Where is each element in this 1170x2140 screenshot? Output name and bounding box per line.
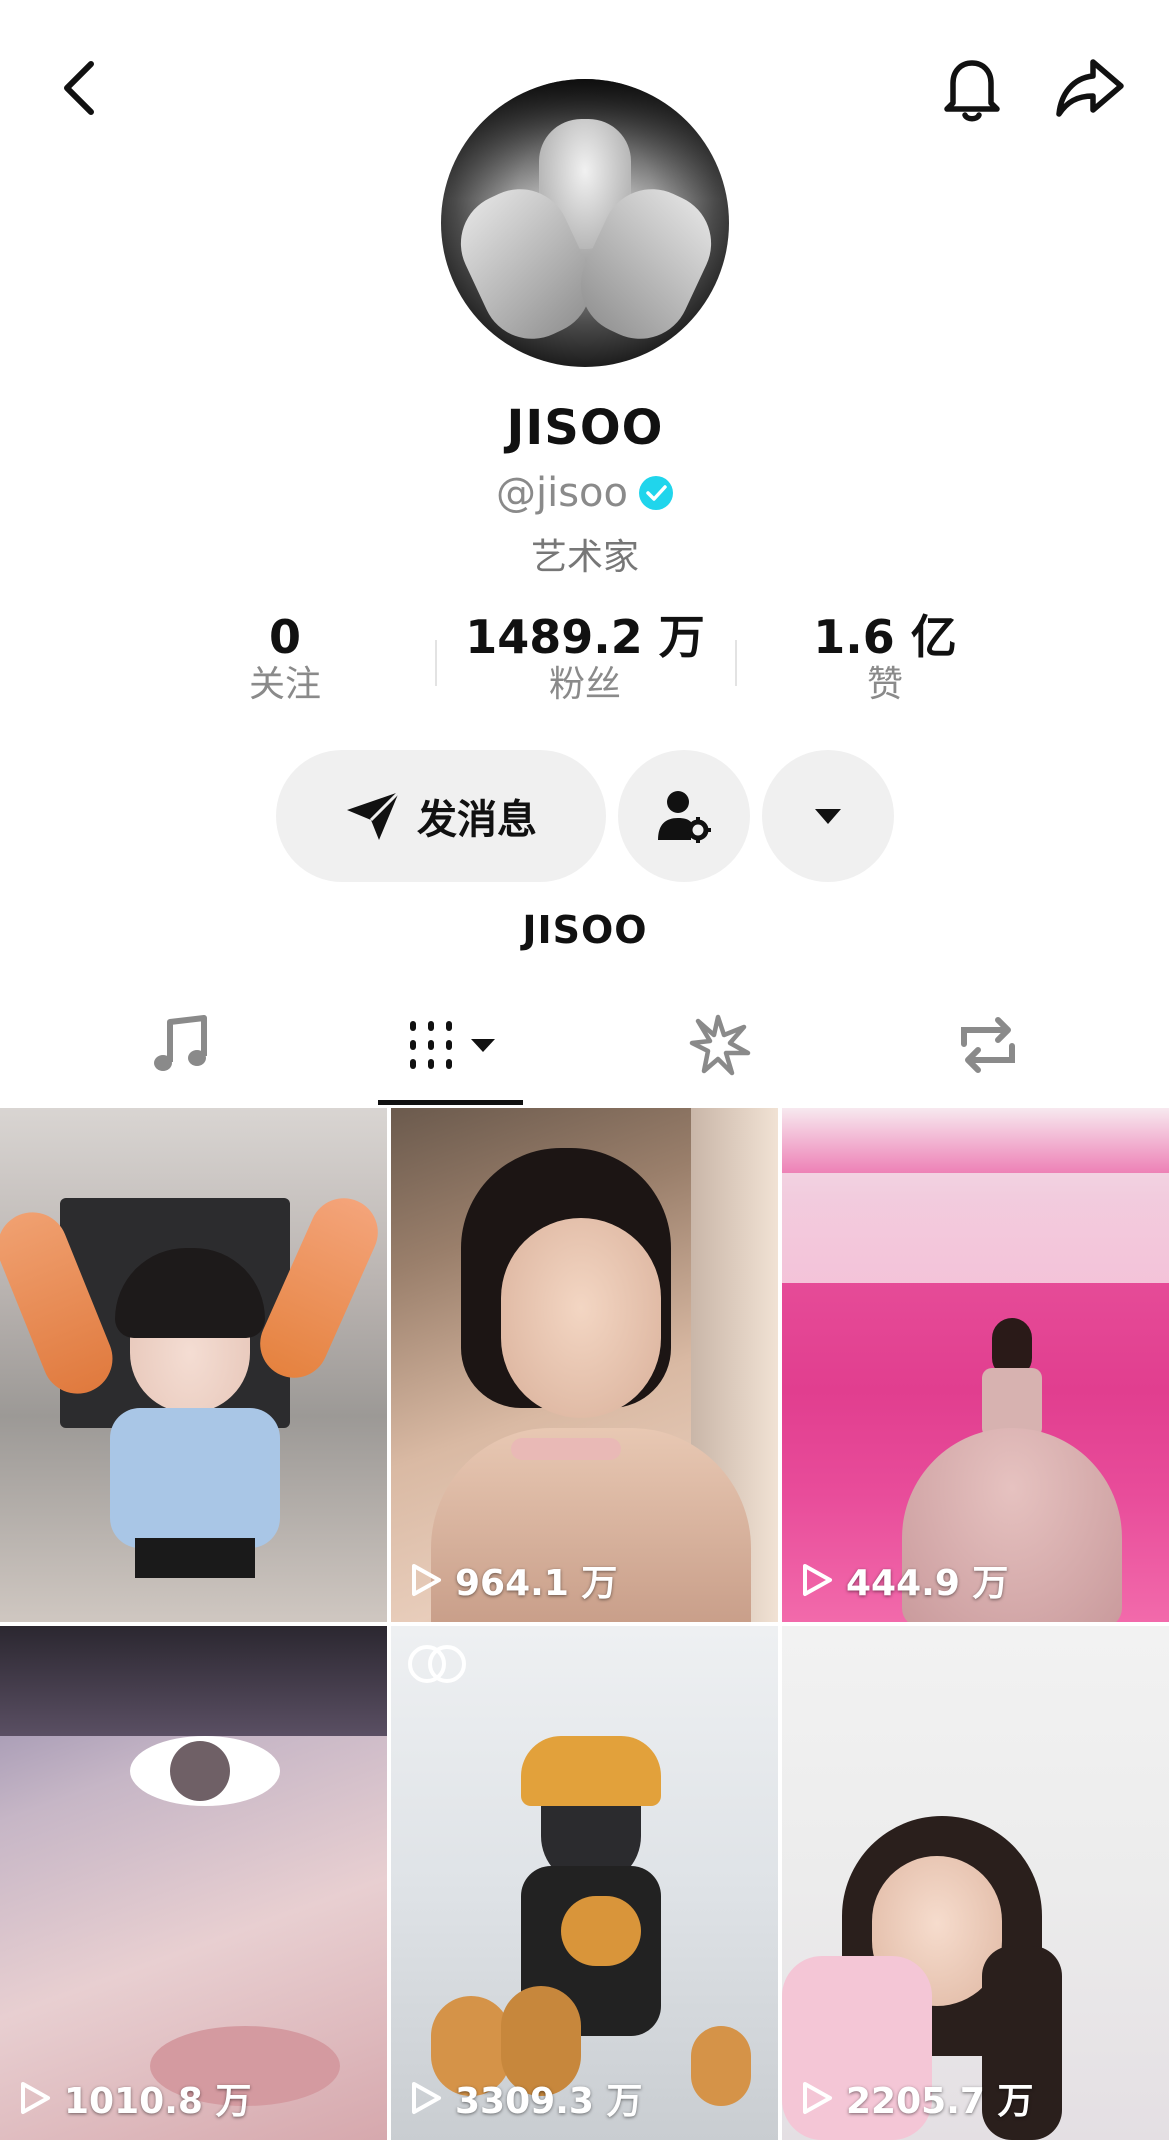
- video-thumbnail[interactable]: [0, 1108, 387, 1622]
- view-count: 2205.7 万: [800, 2072, 1033, 2124]
- view-count: 964.1 万: [409, 1554, 617, 1606]
- view-count-text: 964.1 万: [455, 1563, 618, 1604]
- user-gear-icon: [658, 791, 711, 843]
- video-grid-icon: [410, 1021, 452, 1069]
- share-button[interactable]: [1048, 46, 1132, 130]
- stat-divider: [735, 640, 737, 686]
- play-icon: [21, 2082, 50, 2114]
- video-thumbnail[interactable]: 1010.8 万: [0, 1626, 387, 2140]
- stats-row: 0 关注 1489.2 万 粉丝 1.6 亿 赞: [0, 610, 1170, 720]
- tab-videos[interactable]: [380, 995, 522, 1095]
- view-count: 1010.8 万: [18, 2072, 251, 2124]
- notification-button[interactable]: [930, 46, 1014, 130]
- stat-divider: [435, 640, 437, 686]
- video-thumbnail[interactable]: 444.9 万: [782, 1108, 1169, 1622]
- likes-count: 1.6 亿: [813, 610, 957, 664]
- tab-music[interactable]: [130, 995, 230, 1095]
- share-arrow-icon: [1056, 59, 1124, 117]
- handle-row: @jisoo: [0, 470, 1170, 516]
- profile-name: JISOO: [506, 400, 664, 456]
- music-note-icon: [154, 1015, 207, 1071]
- more-options-button[interactable]: [762, 750, 894, 882]
- stat-following[interactable]: 0 关注: [135, 610, 435, 705]
- following-count: 0: [268, 610, 301, 664]
- effects-icon: [689, 1014, 751, 1076]
- tab-effects[interactable]: [670, 995, 770, 1095]
- following-label: 关注: [248, 664, 321, 706]
- content-tabs: [0, 995, 1170, 1105]
- video-thumbnail[interactable]: 964.1 万: [391, 1108, 778, 1622]
- caret-down-icon: [815, 809, 841, 824]
- friend-settings-button[interactable]: [618, 750, 750, 882]
- play-icon: [412, 2082, 441, 2114]
- view-count-text: 1010.8 万: [64, 2081, 252, 2122]
- stat-likes[interactable]: 1.6 亿 赞: [735, 610, 1035, 705]
- followers-label: 粉丝: [548, 664, 621, 706]
- view-count: 444.9 万: [800, 1554, 1008, 1606]
- profile-bio: JISOO: [522, 908, 648, 952]
- followers-count: 1489.2 万: [465, 610, 705, 664]
- play-icon: [412, 1564, 441, 1596]
- video-thumbnail[interactable]: 2205.7 万: [782, 1626, 1169, 2140]
- play-icon: [803, 1564, 832, 1596]
- profile-handle: @jisoo: [495, 470, 628, 516]
- view-count: 3309.3 万: [409, 2072, 642, 2124]
- view-count-text: 2205.7 万: [846, 2081, 1034, 2122]
- paper-plane-icon: [347, 790, 401, 840]
- caret-down-icon: [471, 1039, 495, 1052]
- collab-icon: [408, 1645, 466, 1683]
- tab-reposts[interactable]: [938, 995, 1038, 1095]
- play-icon: [803, 2082, 832, 2114]
- bell-icon: [944, 60, 1000, 122]
- send-message-label: 发消息: [417, 797, 537, 843]
- repost-icon: [961, 1017, 1015, 1073]
- verified-badge-icon: [639, 476, 673, 510]
- view-count-text: 444.9 万: [846, 1563, 1009, 1604]
- send-message-button[interactable]: 发消息: [276, 750, 606, 882]
- video-thumbnail[interactable]: 3309.3 万: [391, 1626, 778, 2140]
- profile-role: 艺术家: [530, 537, 639, 578]
- back-button[interactable]: [38, 46, 122, 130]
- likes-label: 赞: [866, 664, 903, 706]
- active-tab-indicator: [378, 1100, 523, 1105]
- stat-followers[interactable]: 1489.2 万 粉丝: [435, 610, 735, 705]
- avatar[interactable]: [441, 79, 729, 367]
- view-count-text: 3309.3 万: [455, 2081, 643, 2122]
- chevron-left-icon: [64, 61, 94, 115]
